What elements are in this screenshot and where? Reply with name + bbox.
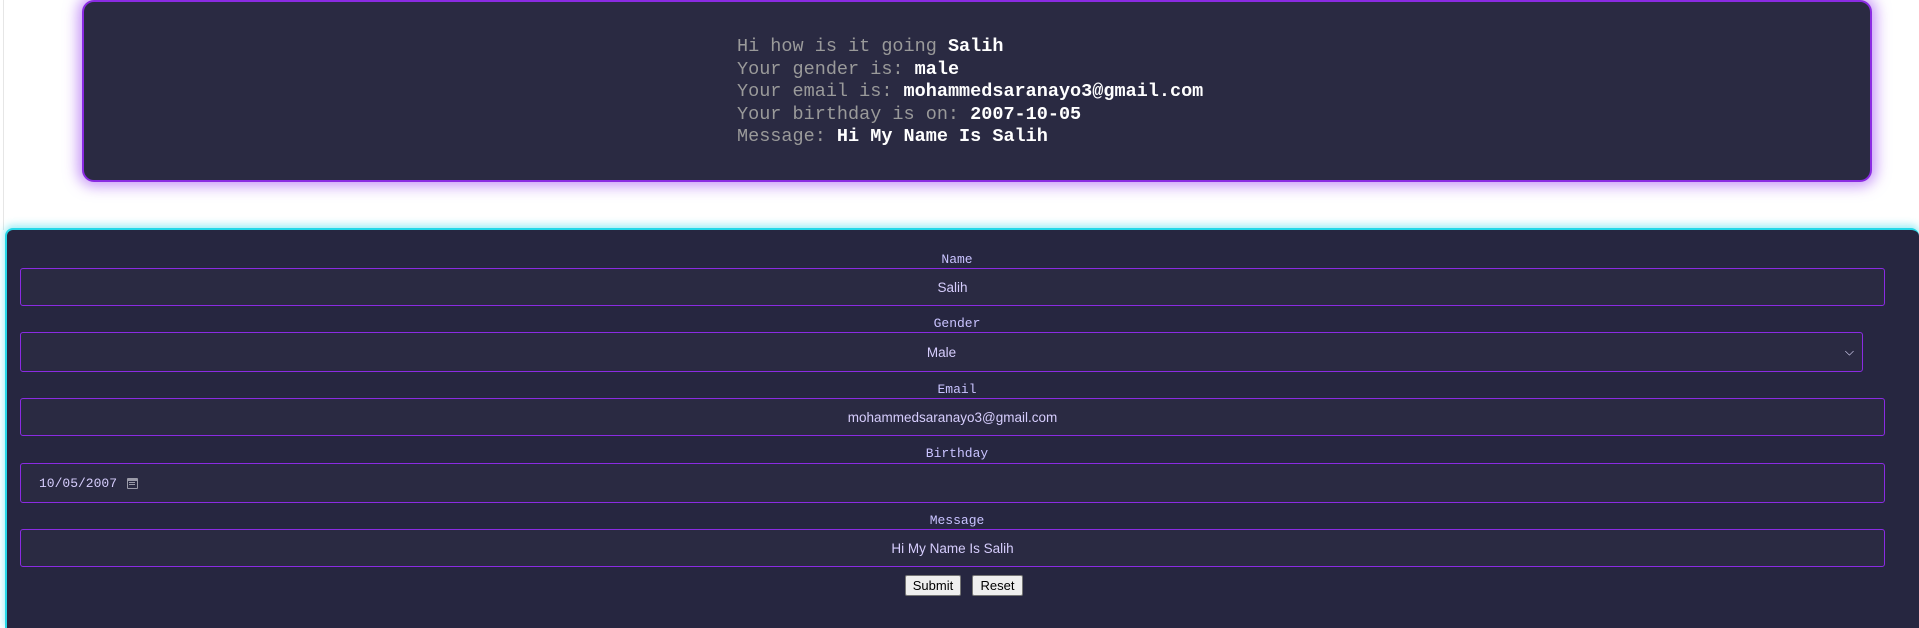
summary-text: Hi how is it going Salih Your gender is: … — [737, 36, 1203, 149]
greeting-name: Salih — [947, 36, 1004, 57]
birthday-label: Birthday — [925, 446, 989, 461]
gender-select-value: Male — [926, 344, 957, 360]
email-input[interactable]: mohammedsaranayo3@gmail.com — [20, 398, 1885, 436]
submit-button[interactable]: Submit — [905, 575, 961, 596]
message-prefix: Message: — [737, 126, 837, 147]
birthday-value: 2007-10-05 — [970, 103, 1082, 125]
reset-button[interactable]: Reset — [972, 575, 1023, 596]
birthday-input[interactable]: 10/05/2007 — [20, 463, 1885, 503]
email-line: Your email is: mohammedsaranayo3@gmail.c… — [737, 81, 1203, 104]
message-line: Message: Hi My Name Is Salih — [737, 126, 1203, 149]
message-input[interactable]: Hi My Name Is Salih — [20, 529, 1885, 567]
gender-select[interactable]: Male ⌵ — [20, 332, 1863, 372]
name-input[interactable]: Salih — [20, 268, 1885, 306]
chevron-down-icon: ⌵ — [1844, 344, 1854, 359]
gender-prefix: Your gender is: — [737, 58, 915, 80]
name-label: Name — [941, 252, 973, 267]
email-prefix: Your email is: — [737, 81, 904, 102]
email-input-value: mohammedsaranayo3@gmail.com — [847, 409, 1058, 425]
calendar-icon[interactable] — [127, 477, 139, 489]
gender-label: Gender — [933, 316, 981, 331]
message-input-value: Hi My Name Is Salih — [891, 540, 1014, 556]
name-input-value: Salih — [937, 279, 968, 295]
email-label: Email — [937, 382, 977, 397]
page-left-edge — [3, 0, 4, 230]
email-value: mohammedsaranayo3@gmail.com — [903, 81, 1204, 102]
birthday-prefix: Your birthday is on: — [737, 103, 971, 125]
birthday-input-value: 10/05/2007 — [39, 475, 118, 491]
birthday-line: Your birthday is on: 2007-10-05 — [737, 104, 1203, 127]
greeting-prefix: Hi how is it going — [737, 36, 948, 57]
summary-card: Hi how is it going Salih Your gender is: … — [82, 0, 1872, 182]
message-label: Message — [929, 513, 985, 528]
message-value: Hi My Name Is Salih — [836, 126, 1048, 147]
gender-value: male — [914, 58, 960, 80]
greeting-line: Hi how is it going Salih — [737, 36, 1203, 59]
gender-line: Your gender is: male — [737, 59, 1203, 82]
